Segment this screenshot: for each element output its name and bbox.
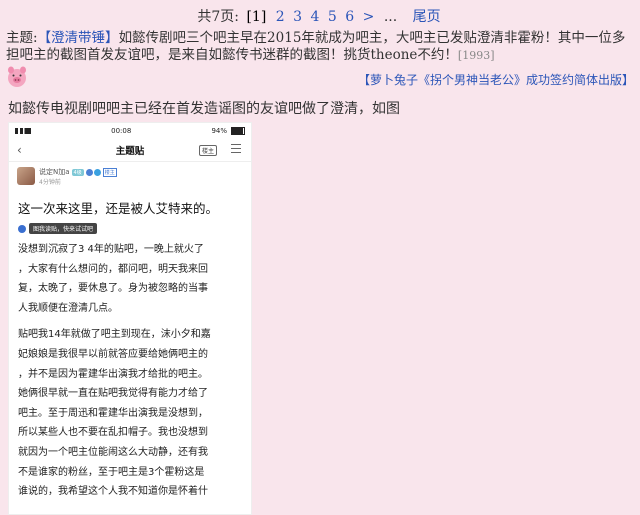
status-time: 00:08: [111, 127, 132, 135]
author-row: 说定N加a 4级 楼主 4分钟前: [9, 166, 251, 190]
signal-icon: [15, 128, 31, 134]
author-info: 说定N加a 4级 楼主: [39, 167, 117, 177]
body-line: 她俩很早就一直在贴吧我觉得有能力才给了: [18, 388, 208, 400]
body-line: 贴吧我14年就做了吧主到现在，沫小夕和嘉: [18, 329, 211, 341]
page-link-5[interactable]: 5: [328, 9, 337, 25]
body-line: 不是谁家的粉丝，至于吧主是3个霍粉这是: [18, 466, 205, 478]
pager-ellipsis: ...: [383, 9, 398, 25]
body-line: ，大家有什么想问的，都问吧，明天我来回: [18, 263, 208, 275]
topic-prefix: 主题:: [6, 30, 38, 46]
tip-row: 图我读贴，快来试试吧: [18, 223, 251, 234]
next-page-link[interactable]: >: [363, 9, 375, 25]
topic-line: 主题:【澄清带锤】如懿传剧吧三个吧主早在2015年就成为吧主，大吧主已发贴澄清非…: [6, 30, 636, 64]
body-line: ，并不是因为霍建华出演我才给批的吧主。: [18, 368, 208, 380]
phone-nav-bar: ‹ 主题贴 楼主: [9, 139, 251, 162]
topic-tag[interactable]: 【澄清带锤】: [38, 30, 119, 46]
pig-icon: [8, 66, 26, 87]
phone-status-bar: 00:08 94%: [9, 123, 251, 139]
owner-badge: 楼主: [102, 168, 117, 177]
back-chevron-icon: ‹: [17, 143, 22, 157]
phone-post-title: 这一次来这里，还是被人艾特来的。: [18, 201, 219, 216]
post-time: 4分钟前: [39, 179, 61, 186]
pagination: 共7页: [1] 2 3 4 5 6 > ... 尾页: [0, 6, 640, 26]
tip-bubble: 图我读贴，快来试试吧: [29, 223, 98, 234]
last-page-link[interactable]: 尾页: [413, 9, 441, 25]
body-line: 没想到沉寂了3 4年的贴吧，一晚上就火了: [18, 244, 204, 255]
page-link-4[interactable]: 4: [311, 9, 320, 25]
battery-percent: 94%: [211, 127, 227, 135]
badge-icon: [85, 168, 93, 176]
post-header: 【萝卜兔子《拐个男神当老公》成功签约简体出版】: [0, 64, 640, 94]
body-line: 复，太晚了，要休息了。身为被忽略的当事: [18, 283, 208, 295]
menu-icon: [231, 144, 241, 156]
page-link-6[interactable]: 6: [345, 9, 354, 25]
body-line: 谁说的，我希望这个人我不知道你是怀着什: [18, 486, 208, 498]
embedded-screenshot: 00:08 94% ‹ 主题贴 楼主 说定N加a 4级 楼主 4分钟前 这一次来这里…: [8, 122, 252, 515]
level-badge: 4级: [71, 169, 84, 176]
body-line: 所以某些人也不要在乱扣帽子。我也没想到: [18, 427, 208, 439]
author-name: 说定N加a: [39, 168, 70, 176]
page-link-3[interactable]: 3: [293, 9, 302, 25]
author-avatar: [17, 167, 35, 185]
reply-count: [1993]: [457, 49, 495, 62]
body-line: 妃娘娘是我很早以前就答应要给她俩吧主的: [18, 348, 208, 360]
body-line: 就因为一个吧主位能闹这么大动静，还有我: [18, 446, 208, 458]
phone-nav-title: 主题贴: [115, 146, 145, 157]
post-intro-text: 如懿传电视剧吧吧主已经在首发造谣图的友谊吧做了澄清，如图: [8, 101, 400, 117]
info-icon: [18, 224, 26, 233]
body-line: 吧主。至于周迅和霍建华出演我是没想到，: [18, 407, 208, 419]
signature-link[interactable]: 【萝卜兔子《拐个男神当老公》成功签约简体出版】: [358, 71, 634, 88]
sort-label: 楼主: [198, 145, 217, 156]
body-line: 人我顺便在澄清几点。: [18, 302, 118, 314]
page-link-2[interactable]: 2: [276, 9, 285, 25]
page-total-label: 共7页:: [197, 9, 239, 25]
battery-icon: [231, 127, 245, 135]
current-page: [1]: [246, 9, 267, 25]
badge-icon-2: [93, 168, 101, 176]
phone-post-body: 没想到沉寂了3 4年的贴吧，一晚上就火了 ，大家有什么想问的，都问吧，明天我来回…: [18, 240, 243, 502]
